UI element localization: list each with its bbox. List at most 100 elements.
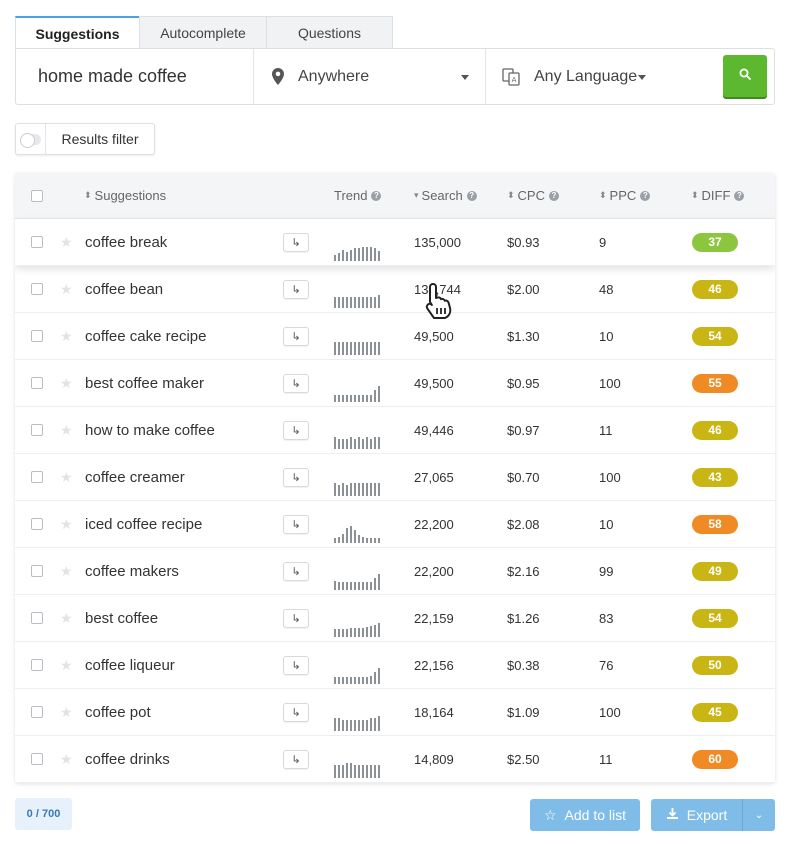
keyword-text[interactable]: coffee cake recipe (85, 313, 206, 359)
table-row[interactable]: ★ iced coffee recipe ↳ 22,200 $2.08 10 58 (15, 501, 775, 548)
help-icon: ? (466, 190, 477, 201)
star-icon[interactable]: ★ (60, 266, 73, 312)
filter-toggle[interactable] (16, 124, 46, 154)
table-row[interactable]: ★ best coffee maker ↳ 49,500 $0.95 100 55 (15, 360, 775, 407)
trend-bar (350, 582, 352, 590)
star-icon[interactable]: ★ (60, 501, 73, 547)
keyword-text[interactable]: coffee break (85, 219, 167, 265)
star-icon[interactable]: ★ (60, 595, 73, 641)
table-row[interactable]: ★ coffee creamer ↳ 27,065 $0.70 100 43 (15, 454, 775, 501)
table-row[interactable]: ★ coffee cake recipe ↳ 49,500 $1.30 10 54 (15, 313, 775, 360)
table-row[interactable]: ★ coffee bean ↳ 134,744 $2.00 48 46 (15, 266, 775, 313)
row-checkbox[interactable] (31, 407, 43, 453)
row-checkbox[interactable] (31, 360, 43, 406)
trend-bar (366, 247, 368, 261)
keyword-text[interactable]: best coffee maker (85, 360, 204, 406)
keyword-text[interactable]: coffee bean (85, 266, 163, 312)
trend-bar (338, 253, 340, 261)
star-icon[interactable]: ★ (60, 360, 73, 406)
star-icon[interactable]: ★ (60, 313, 73, 359)
star-icon[interactable]: ★ (60, 689, 73, 735)
table-row[interactable]: ★ how to make coffee ↳ 49,446 $0.97 11 46 (15, 407, 775, 454)
row-checkbox[interactable] (31, 595, 43, 641)
table-row[interactable]: ★ coffee liqueur ↳ 22,156 $0.38 76 50 (15, 642, 775, 689)
keyword-text[interactable]: coffee liqueur (85, 642, 175, 688)
keyword-text[interactable]: coffee drinks (85, 736, 170, 782)
expand-button[interactable]: ↳ (283, 360, 309, 406)
search-volume: 14,809 (414, 751, 454, 767)
expand-button[interactable]: ↳ (283, 407, 309, 453)
keyword-text[interactable]: coffee makers (85, 548, 179, 594)
search-button[interactable] (723, 55, 767, 97)
keyword-text[interactable]: iced coffee recipe (85, 501, 202, 547)
row-checkbox[interactable] (31, 689, 43, 735)
add-to-list-button[interactable]: ☆ Add to list (530, 799, 640, 831)
trend-bar (374, 718, 376, 731)
star-icon[interactable]: ★ (60, 642, 73, 688)
expand-button[interactable]: ↳ (283, 219, 309, 265)
trend-bar (338, 537, 340, 543)
expand-button[interactable]: ↳ (283, 642, 309, 688)
cpc-value: $2.50 (507, 751, 540, 767)
location-select[interactable]: Anywhere (254, 49, 486, 104)
column-search[interactable]: ▾ Search? (414, 173, 477, 218)
star-icon[interactable]: ★ (60, 407, 73, 453)
expand-button[interactable]: ↳ (283, 313, 309, 359)
star-icon[interactable]: ★ (60, 548, 73, 594)
table-row[interactable]: ★ coffee pot ↳ 18,164 $1.09 100 45 (15, 689, 775, 736)
keyword-text[interactable]: coffee creamer (85, 454, 185, 500)
export-button[interactable]: Export ⌄ (651, 799, 775, 831)
row-checkbox[interactable] (31, 266, 43, 312)
hand-cursor-icon (423, 282, 457, 325)
expand-button[interactable]: ↳ (283, 501, 309, 547)
row-checkbox[interactable] (31, 548, 43, 594)
column-ppc[interactable]: ⬍ PPC? (599, 173, 651, 218)
trend-bar (366, 395, 368, 402)
trend-bar (338, 582, 340, 590)
tab-suggestions[interactable]: Suggestions (15, 16, 140, 49)
expand-button[interactable]: ↳ (283, 548, 309, 594)
language-select[interactable]: A Any Language (486, 49, 724, 104)
keyword-text[interactable]: how to make coffee (85, 407, 215, 453)
row-checkbox[interactable] (31, 219, 43, 265)
tab-autocomplete[interactable]: Autocomplete (139, 16, 267, 49)
star-icon[interactable]: ★ (60, 736, 73, 782)
select-all-checkbox[interactable] (31, 173, 43, 218)
expand-button[interactable]: ↳ (283, 454, 309, 500)
trend-bar (362, 342, 364, 355)
table-row[interactable]: ★ best coffee ↳ 22,159 $1.26 83 54 (15, 595, 775, 642)
table-body: ★ coffee break ↳ 135,000 $0.93 9 37 ★ coffee bea… (15, 219, 775, 783)
expand-button[interactable]: ↳ (283, 595, 309, 641)
cpc-value: $2.16 (507, 563, 540, 579)
trend-bar (378, 716, 380, 731)
tab-questions[interactable]: Questions (266, 16, 393, 49)
expand-button[interactable]: ↳ (283, 689, 309, 735)
table-row[interactable]: ★ coffee break ↳ 135,000 $0.93 9 37 (15, 219, 775, 266)
export-dropdown-toggle[interactable]: ⌄ (743, 810, 775, 821)
results-filter-button[interactable]: Results filter (15, 123, 155, 155)
ppc-value: 48 (599, 281, 614, 297)
row-checkbox[interactable] (31, 454, 43, 500)
keyword-input[interactable]: home made coffee (16, 49, 254, 104)
expand-button[interactable]: ↳ (283, 266, 309, 312)
difficulty-badge: 46 (692, 266, 738, 312)
keyword-text[interactable]: best coffee (85, 595, 158, 641)
row-checkbox[interactable] (31, 736, 43, 782)
star-icon[interactable]: ★ (60, 454, 73, 500)
trend-bar (378, 574, 380, 590)
table-row[interactable]: ★ coffee drinks ↳ 14,809 $2.50 11 60 (15, 736, 775, 783)
row-checkbox[interactable] (31, 642, 43, 688)
table-row[interactable]: ★ coffee makers ↳ 22,200 $2.16 99 49 (15, 548, 775, 595)
star-icon[interactable]: ★ (60, 219, 73, 265)
expand-button[interactable]: ↳ (283, 736, 309, 782)
column-cpc[interactable]: ⬍ CPC? (507, 173, 559, 218)
trend-bar (374, 390, 376, 402)
column-suggestions[interactable]: ⬍ Suggestions (84, 173, 166, 218)
keyword-text[interactable]: coffee pot (85, 689, 151, 735)
row-checkbox[interactable] (31, 313, 43, 359)
trend-bar (370, 765, 372, 778)
trend-bar (362, 582, 364, 590)
column-diff[interactable]: ⬍ DIFF? (691, 173, 745, 218)
row-checkbox[interactable] (31, 501, 43, 547)
trend-bar (334, 629, 336, 637)
